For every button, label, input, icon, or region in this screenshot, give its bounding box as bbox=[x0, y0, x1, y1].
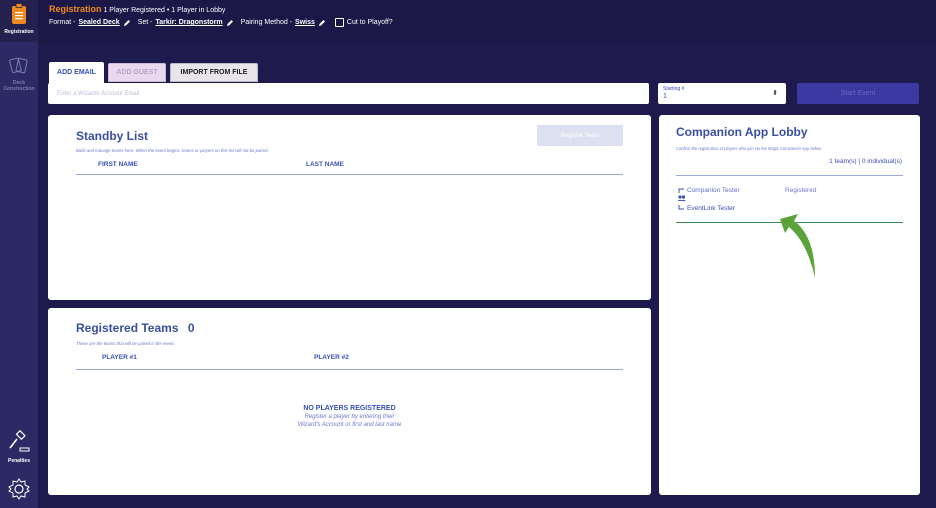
set-value[interactable]: Tarkir: Dragonstorm bbox=[156, 19, 223, 26]
standby-title: Standby List bbox=[76, 129, 149, 143]
divider bbox=[676, 175, 903, 176]
column-header-last-name[interactable]: LAST NAME bbox=[306, 161, 344, 168]
cut-to-playoff-checkbox[interactable] bbox=[334, 18, 344, 27]
standby-list-panel: Standby List Build and manage teams here… bbox=[48, 115, 651, 300]
starting-number-field[interactable]: Starting # 1 ⬍ bbox=[658, 83, 786, 104]
standby-subtitle: Build and manage teams here. When the ev… bbox=[76, 148, 269, 153]
companion-app-lobby-panel: Companion App Lobby Confirm the registra… bbox=[659, 115, 920, 495]
sidebar-item-penalties[interactable]: Penalties bbox=[0, 429, 38, 472]
tab-add-email[interactable]: ADD EMAIL bbox=[49, 62, 104, 83]
register-team-button[interactable]: Register Team bbox=[537, 125, 623, 146]
lobby-title: Companion App Lobby bbox=[676, 125, 808, 139]
event-header: Registration 1 Player Registered • 1 Pla… bbox=[38, 0, 936, 44]
start-event-button[interactable]: Start Event bbox=[797, 83, 919, 104]
sidebar-item-deck-construction[interactable]: Deck Construction bbox=[0, 56, 38, 96]
email-input[interactable]: Enter a Wizards Account Email bbox=[48, 83, 649, 104]
divider bbox=[76, 369, 623, 370]
registered-teams-subtitle: These are the teams that will be paired … bbox=[76, 341, 175, 346]
tab-import-from-file[interactable]: IMPORT FROM FILE bbox=[170, 63, 258, 82]
registered-teams-panel: Registered Teams 0 These are the teams t… bbox=[48, 308, 651, 495]
edit-set-icon[interactable] bbox=[226, 19, 234, 27]
pairing-label: Pairing Method - bbox=[240, 19, 293, 26]
event-settings: Format - Sealed Deck Set - Tarkir: Drago… bbox=[49, 18, 393, 27]
team-bracket-icon bbox=[677, 188, 686, 210]
column-header-player-1[interactable]: PLAYER #1 bbox=[102, 354, 137, 361]
registered-teams-label: Registered Teams bbox=[76, 321, 179, 335]
empty-state-line-2: Wizard's Account or first and last name bbox=[297, 422, 402, 428]
lobby-team-status: Registered bbox=[785, 187, 817, 194]
sidebar-item-label: Registration bbox=[4, 29, 34, 35]
format-value[interactable]: Sealed Deck bbox=[78, 19, 119, 26]
set-label: Set - bbox=[137, 19, 153, 26]
empty-state-title: NO PLAYERS REGISTERED bbox=[303, 405, 396, 412]
sidebar: Registration Deck Construction Penalties bbox=[0, 0, 38, 508]
annotation-arrow bbox=[780, 214, 815, 278]
empty-state: NO PLAYERS REGISTERED Register a player … bbox=[48, 405, 651, 429]
lobby-subtitle: Confirm the registration of players who … bbox=[676, 146, 822, 151]
empty-state-line-1: Register a player by entering their bbox=[304, 414, 395, 420]
clipboard-icon bbox=[12, 3, 26, 24]
column-header-first-name[interactable]: FIRST NAME bbox=[98, 161, 138, 168]
sidebar-item-label: Penalties bbox=[8, 458, 30, 464]
lobby-counts: 1 team(s) | 0 individual(s) bbox=[829, 158, 902, 165]
column-header-player-2[interactable]: PLAYER #2 bbox=[314, 354, 349, 361]
format-label: Format - bbox=[49, 19, 76, 26]
cards-icon bbox=[9, 57, 28, 74]
sidebar-item-label: Deck Construction bbox=[3, 80, 35, 92]
tab-add-guest[interactable]: ADD GUEST bbox=[108, 63, 166, 82]
gavel-icon bbox=[9, 429, 30, 452]
divider bbox=[76, 174, 623, 175]
lobby-member-1: Companion Tester bbox=[687, 187, 740, 194]
page-title: Registration bbox=[49, 4, 102, 14]
stepper-icon[interactable]: ⬍ bbox=[772, 89, 778, 97]
lobby-member-2: EventLink Tester bbox=[687, 205, 735, 212]
sidebar-item-settings[interactable] bbox=[0, 478, 38, 506]
registration-summary: 1 Player Registered • 1 Player in Lobby bbox=[103, 7, 226, 14]
sidebar-item-registration[interactable]: Registration bbox=[0, 0, 38, 42]
cut-to-playoff-label: Cut to Playoff? bbox=[346, 19, 393, 26]
header-title-line: Registration 1 Player Registered • 1 Pla… bbox=[49, 4, 225, 14]
edit-format-icon[interactable] bbox=[123, 19, 131, 27]
registered-teams-title: Registered Teams 0 bbox=[76, 321, 195, 335]
email-placeholder: Enter a Wizards Account Email bbox=[57, 90, 140, 97]
gear-icon bbox=[8, 478, 30, 500]
starting-number-label: Starting # bbox=[663, 86, 685, 92]
starting-number-value: 1 bbox=[663, 93, 667, 100]
registered-teams-count: 0 bbox=[187, 321, 195, 335]
pairing-value[interactable]: Swiss bbox=[295, 19, 315, 26]
edit-pairing-icon[interactable] bbox=[318, 19, 326, 27]
